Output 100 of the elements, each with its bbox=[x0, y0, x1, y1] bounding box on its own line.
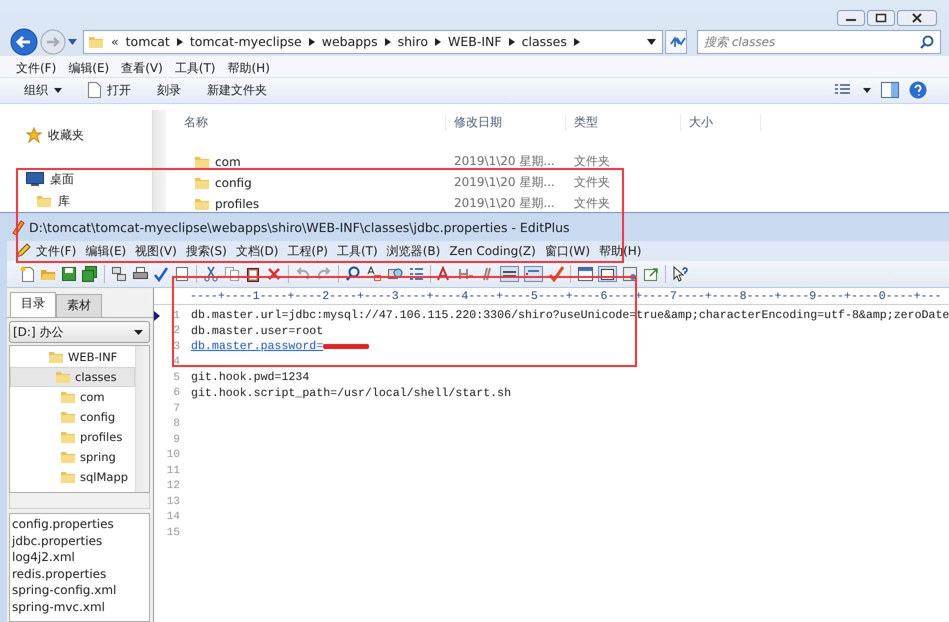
breadcrumb-item[interactable]: shiro bbox=[398, 34, 428, 50]
toolbar-button[interactable]: 组织 bbox=[16, 80, 70, 101]
magnifier-icon[interactable] bbox=[345, 266, 361, 282]
scrollbar[interactable] bbox=[135, 346, 149, 492]
breadcrumb-arrow-icon[interactable] bbox=[176, 38, 183, 46]
file-list-item[interactable]: log4j2.xml bbox=[12, 549, 149, 566]
menu-item[interactable]: 文件(F) bbox=[12, 60, 60, 77]
menu-item[interactable]: 帮助(H) bbox=[595, 242, 646, 260]
toolbar-button[interactable]: 打开 bbox=[80, 80, 139, 101]
dropdown-caret-icon[interactable] bbox=[647, 38, 656, 45]
date-cell-text: 2019\1\20 星期... bbox=[453, 195, 556, 212]
search-icon[interactable] bbox=[920, 34, 934, 49]
column-header[interactable]: 类型 bbox=[566, 114, 681, 130]
tree-item[interactable]: spring bbox=[10, 447, 135, 467]
delete-icon[interactable] bbox=[266, 266, 282, 282]
breadcrumb-arrow-icon[interactable] bbox=[435, 38, 442, 46]
file-name[interactable]: config bbox=[215, 176, 252, 190]
breadcrumb-arrow-icon[interactable] bbox=[574, 38, 580, 46]
address-bar[interactable]: « tomcat tomcat-myeclipse webapps shiro WEB-INF classes bbox=[83, 30, 663, 54]
menu-item[interactable]: 编辑(E) bbox=[64, 60, 114, 77]
save-icon[interactable] bbox=[61, 266, 77, 282]
file-name[interactable]: profiles bbox=[215, 196, 260, 210]
menu-item[interactable]: 工具(T) bbox=[333, 242, 382, 260]
help-icon[interactable] bbox=[909, 81, 927, 100]
column-header[interactable]: 名称 bbox=[176, 114, 446, 130]
scrollbar[interactable] bbox=[152, 110, 166, 214]
help-cursor-icon[interactable] bbox=[672, 266, 688, 282]
minimize-icon[interactable] bbox=[837, 10, 865, 26]
code-text: git.hook.pwd=1234 bbox=[191, 371, 310, 384]
breadcrumb-arrow-icon[interactable] bbox=[384, 38, 391, 46]
spellcheck-icon[interactable] bbox=[153, 266, 169, 282]
tree-item[interactable]: profiles bbox=[10, 427, 135, 447]
file-list-item[interactable]: jdbc.properties bbox=[12, 532, 149, 549]
menu-item[interactable]: 窗口(W) bbox=[540, 242, 594, 260]
breadcrumb-item[interactable]: tomcat bbox=[126, 34, 170, 50]
tree-item[interactable]: com bbox=[10, 387, 135, 407]
menu-item[interactable]: 文件(F) bbox=[32, 242, 80, 260]
file-list-item[interactable]: spring-mvc.xml bbox=[12, 598, 149, 615]
tree-item[interactable]: sqlMapp bbox=[10, 467, 135, 487]
folder-icon bbox=[36, 193, 52, 209]
breadcrumb-arrow-icon[interactable] bbox=[508, 38, 515, 46]
find-files-icon[interactable] bbox=[387, 266, 403, 282]
copy-icon[interactable] bbox=[224, 266, 240, 282]
column-header[interactable]: 大小 bbox=[681, 114, 761, 130]
breadcrumb-item[interactable]: WEB-INF bbox=[448, 34, 502, 50]
network-icon[interactable] bbox=[111, 266, 127, 282]
printer-icon[interactable] bbox=[132, 266, 148, 282]
undo-icon[interactable] bbox=[295, 266, 311, 282]
search-field[interactable]: 搜索 classes bbox=[697, 30, 941, 54]
menu-item[interactable]: Zen Coding(Z) bbox=[445, 244, 540, 258]
tab[interactable]: 目录 bbox=[10, 292, 56, 317]
check-mark-icon[interactable] bbox=[548, 266, 564, 282]
folder-icon bbox=[60, 469, 76, 485]
close-icon[interactable] bbox=[897, 10, 937, 26]
redo-icon[interactable] bbox=[316, 266, 332, 282]
file-list-item[interactable]: redis.properties bbox=[12, 566, 149, 582]
column-header[interactable]: 修改日期 bbox=[446, 114, 566, 130]
link-text[interactable]: db.master.password= bbox=[191, 340, 324, 354]
menu-item[interactable]: 视图(V) bbox=[131, 242, 181, 260]
list-icon[interactable] bbox=[408, 266, 424, 282]
navigation-item[interactable]: 库 bbox=[58, 192, 70, 210]
tree-item[interactable]: config bbox=[10, 407, 135, 427]
breadcrumb-item[interactable]: classes bbox=[522, 34, 567, 50]
new-file-icon[interactable] bbox=[19, 266, 35, 282]
refresh-icon[interactable] bbox=[665, 30, 687, 54]
navigation-item[interactable]: 桌面 bbox=[50, 170, 74, 188]
pencil-icon bbox=[15, 243, 31, 259]
history-caret-icon[interactable] bbox=[68, 38, 77, 45]
navigation-item[interactable]: 收藏夹 bbox=[48, 126, 84, 144]
heading-icon[interactable] bbox=[458, 266, 474, 282]
overflow-chevron[interactable]: « bbox=[111, 34, 119, 50]
tree-item[interactable]: WEB-INF bbox=[10, 347, 135, 367]
breadcrumb-item[interactable]: tomcat-myeclipse bbox=[190, 34, 302, 50]
menu-item[interactable]: 帮助(H) bbox=[224, 60, 274, 77]
preview-pane-icon[interactable] bbox=[881, 82, 899, 98]
toolbar-button[interactable]: 刻录 bbox=[149, 80, 189, 101]
breadcrumb-item[interactable]: webapps bbox=[322, 34, 378, 50]
external-link-icon[interactable] bbox=[643, 266, 659, 282]
horizontal-scrollbar[interactable] bbox=[9, 493, 150, 509]
scissors-icon[interactable] bbox=[203, 266, 219, 282]
menu-item[interactable]: 搜索(S) bbox=[182, 242, 231, 260]
toolbar-button[interactable]: 新建文件夹 bbox=[199, 80, 275, 101]
file-name[interactable]: com bbox=[215, 154, 241, 168]
menu-item[interactable]: 浏览器(B) bbox=[382, 242, 444, 260]
file-list-item[interactable]: config.properties bbox=[12, 516, 149, 532]
menu-item[interactable]: 文档(D) bbox=[232, 242, 282, 260]
maximize-icon[interactable] bbox=[867, 10, 895, 26]
drive-dropdown[interactable]: [D:] 办公 bbox=[9, 321, 150, 343]
tree-item[interactable]: classes bbox=[10, 367, 135, 387]
breadcrumb-arrow-icon[interactable] bbox=[308, 38, 315, 46]
type-cell-text: 文件夹 bbox=[573, 195, 611, 212]
file-list-item[interactable]: spring-config.xml bbox=[12, 582, 149, 598]
save-all-icon[interactable] bbox=[82, 266, 98, 282]
replace-icon[interactable] bbox=[366, 266, 382, 282]
menu-item[interactable]: 工具(T) bbox=[170, 60, 220, 77]
tab[interactable]: 素材 bbox=[56, 294, 102, 317]
menu-item[interactable]: 编辑(E) bbox=[81, 242, 130, 260]
caret-icon[interactable] bbox=[863, 88, 871, 93]
menu-item[interactable]: 工程(P) bbox=[283, 242, 332, 260]
menu-item[interactable]: 查看(V) bbox=[117, 60, 167, 77]
